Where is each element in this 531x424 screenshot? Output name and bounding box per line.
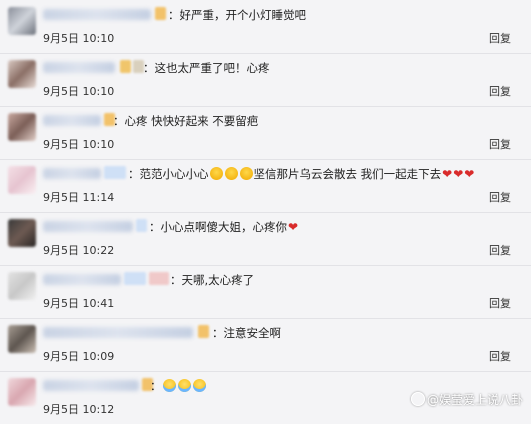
- username[interactable]: [43, 9, 151, 20]
- username[interactable]: [43, 327, 193, 338]
- comment-time: 9月5日 10:10: [43, 32, 115, 45]
- heart-icon: ❤: [464, 167, 475, 181]
- user-badge-icon: [155, 7, 166, 20]
- avatar[interactable]: [8, 7, 36, 35]
- comment-text: ：这也太严重了吧！心疼: [143, 61, 270, 75]
- crying-emoji-icon: [209, 167, 223, 180]
- comment-text: ：好严重，开个小灯睡觉吧: [168, 8, 306, 22]
- comment-item: ：小心点啊傻大姐，心疼你❤ 9月5日 10:22 回复: [0, 212, 531, 266]
- comment-text: ：注意安全啊: [212, 326, 281, 340]
- user-badge-icon: [136, 219, 147, 232]
- crying-emoji-icon: [192, 379, 206, 392]
- avatar[interactable]: [8, 60, 36, 88]
- comment-time: 9月5日 10:10: [43, 85, 115, 98]
- comment-text: ：小心点啊傻大姐，心疼你❤: [149, 218, 298, 236]
- reply-button[interactable]: 回复: [489, 136, 511, 152]
- heart-icon: ❤: [442, 167, 453, 181]
- username[interactable]: [43, 168, 101, 179]
- comment-time: 9月5日 10:22: [43, 244, 115, 257]
- comment-text: ：心疼 快快好起来 不要留疤: [113, 114, 259, 128]
- comment-time: 9月5日 11:14: [43, 191, 115, 204]
- avatar[interactable]: [8, 113, 36, 141]
- watermark-text: @娱莹爱上说八卦: [426, 393, 523, 407]
- crying-emoji-icon: [224, 167, 238, 180]
- reply-button[interactable]: 回复: [489, 348, 511, 364]
- reply-button[interactable]: 回复: [489, 295, 511, 311]
- comment-text: ：: [150, 377, 207, 395]
- comment-item: ：天哪,太心疼了 9月5日 10:41 回复: [0, 265, 531, 319]
- comment-text: ：天哪,太心疼了: [170, 273, 255, 287]
- avatar[interactable]: [8, 272, 36, 300]
- watermark: @娱莹爱上说八卦: [410, 391, 523, 408]
- avatar[interactable]: [8, 378, 36, 406]
- comment-item: ：好严重，开个小灯睡觉吧 9月5日 10:10 回复: [0, 0, 531, 54]
- heart-icon: ❤: [288, 220, 299, 234]
- comment-item: ：这也太严重了吧！心疼 9月5日 10:10 回复: [0, 53, 531, 107]
- user-badge-icon: [124, 272, 146, 285]
- comment-time: 9月5日 10:09: [43, 350, 115, 363]
- avatar[interactable]: [8, 325, 36, 353]
- user-badge-icon: [149, 272, 169, 285]
- heart-icon: ❤: [453, 167, 464, 181]
- comment-text-part: ：: [150, 379, 162, 393]
- username[interactable]: [43, 274, 121, 285]
- comment-text-part: ：范范小心小心: [128, 167, 209, 181]
- comment-item: ：心疼 快快好起来 不要留疤 9月5日 10:10 回复: [0, 106, 531, 160]
- crying-emoji-icon: [177, 379, 191, 392]
- user-badge-icon: [120, 60, 131, 73]
- crying-emoji-icon: [239, 167, 253, 180]
- camera-icon: [410, 392, 425, 406]
- username[interactable]: [43, 380, 139, 391]
- avatar[interactable]: [8, 219, 36, 247]
- reply-button[interactable]: 回复: [489, 189, 511, 205]
- comment-text-part: 坚信那片乌云会散去 我们一起走下去: [253, 167, 442, 181]
- comment-item: ：范范小心小心 坚信那片乌云会散去 我们一起走下去❤❤❤ 9月5日 11:14 回…: [0, 159, 531, 213]
- comment-time: 9月5日 10:10: [43, 138, 115, 151]
- reply-button[interactable]: 回复: [489, 83, 511, 99]
- username[interactable]: [43, 115, 101, 126]
- comment-item: ：注意安全啊 9月5日 10:09 回复: [0, 318, 531, 372]
- avatar[interactable]: [8, 166, 36, 194]
- reply-button[interactable]: 回复: [489, 30, 511, 46]
- crying-emoji-icon: [162, 379, 176, 392]
- username[interactable]: [43, 221, 133, 232]
- comment-time: 9月5日 10:41: [43, 297, 115, 310]
- comment-time: 9月5日 10:12: [43, 403, 115, 416]
- user-badge-icon: [198, 325, 209, 338]
- username[interactable]: [43, 62, 115, 73]
- user-badge-icon: [104, 166, 126, 179]
- comment-text: ：范范小心小心 坚信那片乌云会散去 我们一起走下去❤❤❤: [128, 165, 474, 183]
- comment-text-part: ：小心点啊傻大姐，心疼你: [149, 220, 287, 234]
- reply-button[interactable]: 回复: [489, 242, 511, 258]
